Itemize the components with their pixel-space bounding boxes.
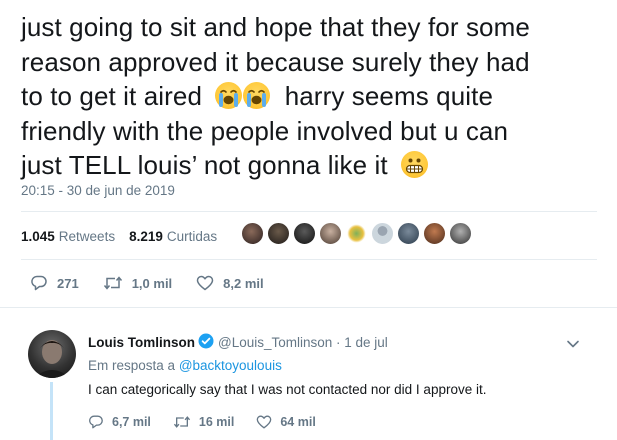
tweet-line-text: just TELL louis’ not gonna like it bbox=[21, 150, 388, 180]
avatar[interactable] bbox=[267, 222, 290, 245]
reply-header: Louis Tomlinson @Louis_Tomlinson · 1 de … bbox=[88, 333, 388, 352]
retweets-count: 1.045 bbox=[21, 229, 55, 244]
retweet-icon bbox=[173, 416, 190, 428]
tweet-line-text: to to get it aired bbox=[21, 81, 203, 111]
in-reply-mention-link[interactable]: @backtoyoulouis bbox=[179, 358, 282, 373]
engagement-stats: 1.045 Retweets 8.219 Curtidas bbox=[21, 229, 231, 244]
avatar[interactable] bbox=[28, 330, 76, 378]
reply-actions: 6,7 mil 16 mil 64 mil bbox=[88, 414, 338, 430]
avatar[interactable] bbox=[397, 222, 420, 245]
tweet-line-text: harry seems quite bbox=[284, 81, 494, 111]
loudly-crying-face-icon bbox=[215, 82, 243, 109]
avatar[interactable] bbox=[423, 222, 446, 245]
retweet-count: 16 mil bbox=[198, 415, 235, 429]
heart-icon bbox=[257, 415, 272, 429]
reply-count: 6,7 mil bbox=[112, 415, 151, 429]
divider bbox=[0, 307, 617, 308]
divider bbox=[21, 259, 597, 260]
tweet-line: friendly with the people involved but u … bbox=[21, 115, 509, 146]
avatar[interactable] bbox=[449, 222, 472, 245]
like-count: 8,2 mil bbox=[223, 275, 264, 291]
retweet-action[interactable]: 16 mil bbox=[173, 414, 234, 430]
chevron-down-icon[interactable] bbox=[566, 336, 580, 354]
tweet-actions: 271 1,0 mil 8,2 mil bbox=[30, 274, 288, 292]
retweet-action[interactable]: 1,0 mil bbox=[103, 274, 172, 292]
reply-count: 271 bbox=[57, 275, 79, 291]
grimacing-face-icon bbox=[400, 151, 428, 178]
loudly-crying-face-icon bbox=[243, 82, 271, 109]
avatar[interactable] bbox=[319, 222, 342, 245]
retweet-icon bbox=[103, 276, 122, 290]
tweet-line: to to get it aired harry seems quite bbox=[21, 79, 606, 114]
reply-handle-date[interactable]: @Louis_Tomlinson · 1 de jul bbox=[218, 335, 388, 350]
reply-author-name[interactable]: Louis Tomlinson bbox=[88, 335, 195, 350]
likes-label: Curtidas bbox=[166, 229, 218, 244]
in-reply-to: Em resposta a @backtoyoulouis bbox=[88, 358, 282, 373]
avatar[interactable] bbox=[293, 222, 316, 245]
avatar[interactable] bbox=[345, 222, 368, 245]
reply-icon bbox=[31, 275, 47, 291]
retweets-stat[interactable]: 1.045 Retweets bbox=[21, 229, 115, 244]
liker-avatars bbox=[241, 222, 475, 245]
in-reply-prefix: Em resposta a bbox=[88, 358, 176, 373]
reply-icon bbox=[89, 415, 103, 429]
tweet-text: just going to sit and hope that they for… bbox=[21, 10, 606, 183]
reply-tweet[interactable]: Louis Tomlinson @Louis_Tomlinson · 1 de … bbox=[0, 318, 617, 440]
thread-line bbox=[50, 382, 53, 440]
tweet-line: reason approved it because surely they h… bbox=[21, 46, 530, 77]
like-action[interactable]: 8,2 mil bbox=[196, 274, 264, 292]
divider bbox=[21, 211, 597, 212]
retweet-count: 1,0 mil bbox=[131, 275, 173, 291]
tweet-timestamp[interactable]: 20:15 - 30 de jun de 2019 bbox=[21, 183, 175, 198]
tweet-line: just going to sit and hope that they for… bbox=[21, 12, 530, 42]
tweet-line: just TELL louis’ not gonna like it bbox=[21, 148, 606, 183]
avatar[interactable] bbox=[241, 222, 264, 245]
likes-count: 8.219 bbox=[129, 229, 163, 244]
reply-action[interactable]: 271 bbox=[30, 274, 79, 292]
like-count: 64 mil bbox=[280, 415, 316, 429]
reply-action[interactable]: 6,7 mil bbox=[88, 414, 151, 430]
retweets-label: Retweets bbox=[58, 229, 116, 244]
reply-text: I can categorically say that I was not c… bbox=[88, 382, 487, 397]
avatar[interactable] bbox=[371, 222, 394, 245]
like-action[interactable]: 64 mil bbox=[256, 414, 316, 430]
likes-stat[interactable]: 8.219 Curtidas bbox=[129, 229, 217, 244]
verified-badge-icon bbox=[198, 333, 214, 352]
heart-icon bbox=[196, 275, 214, 291]
